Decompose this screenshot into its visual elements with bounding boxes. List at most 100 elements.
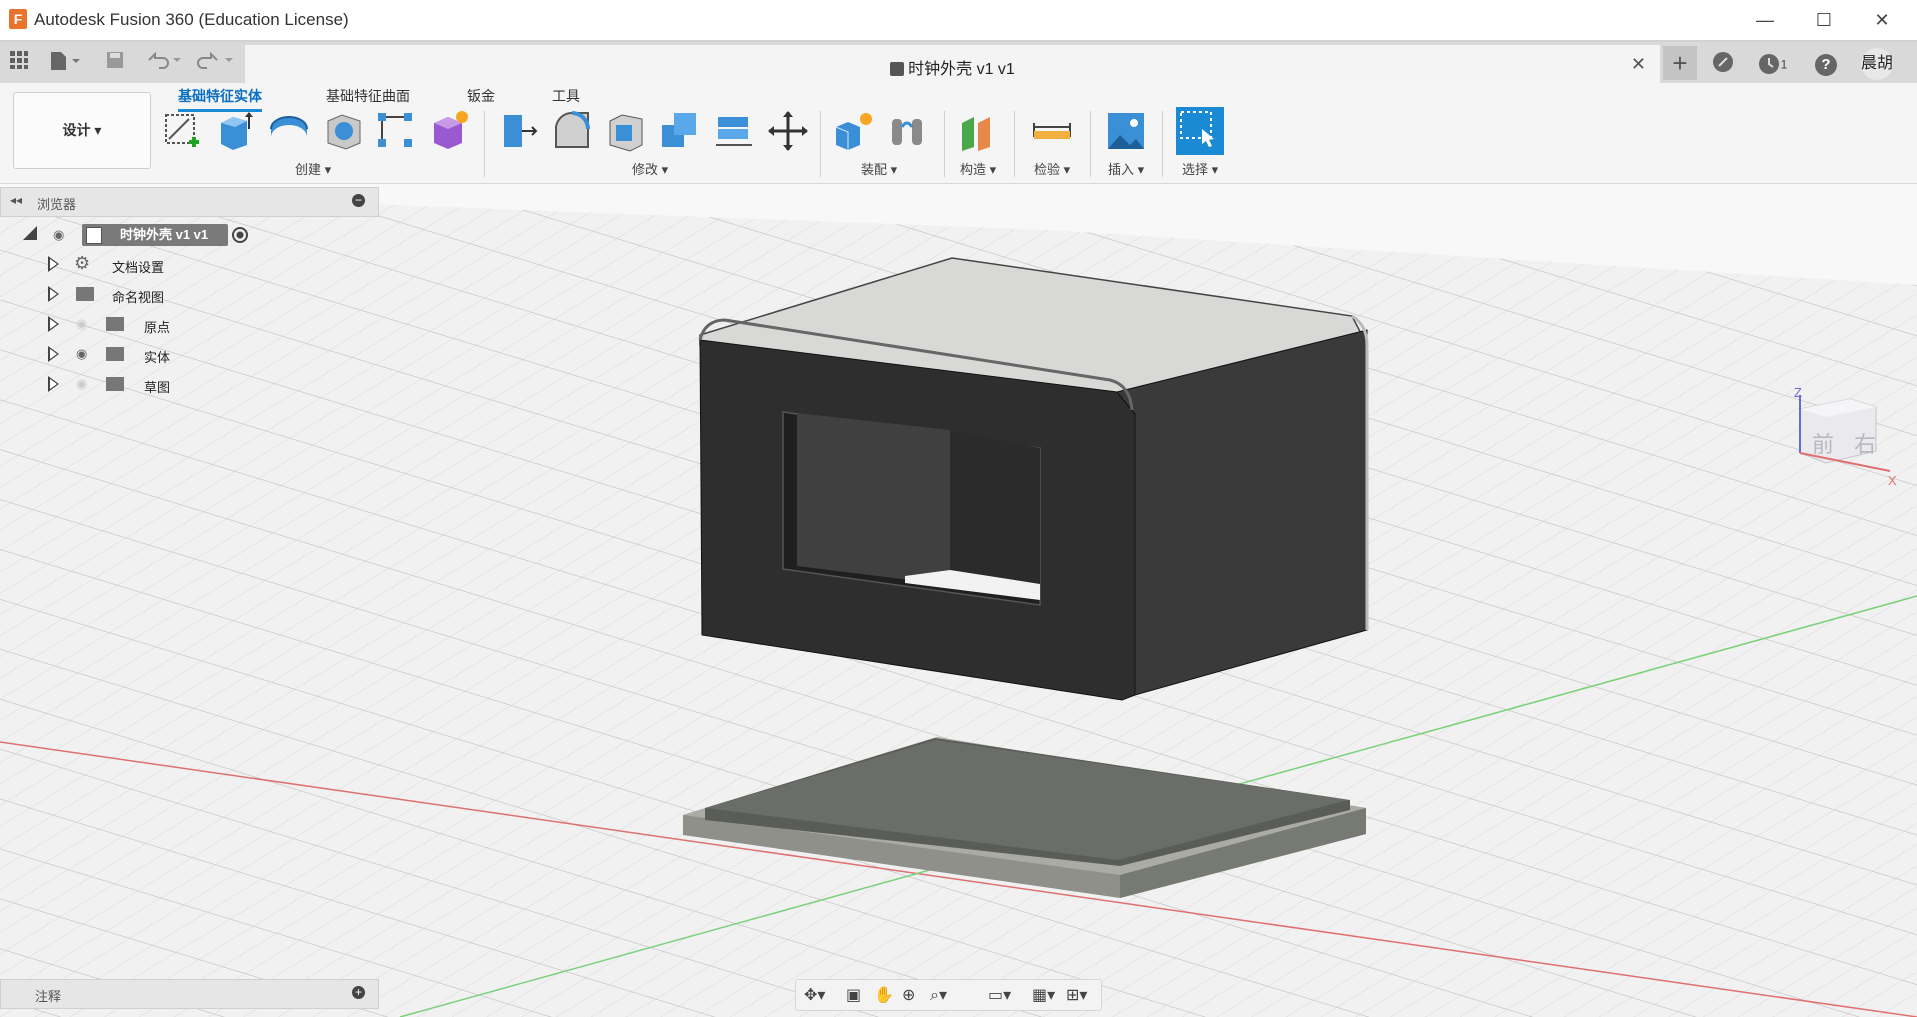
annotations-title: 注释 (35, 989, 62, 1004)
insert-menu[interactable]: 插入 ▾ (1108, 159, 1144, 178)
activate-radio-icon[interactable] (232, 227, 248, 243)
canvas-viewport[interactable]: Z X 前 右 (0, 184, 1917, 1017)
add-annotation-icon[interactable]: + (352, 986, 365, 999)
select-menu[interactable]: 选择 ▾ (1182, 159, 1218, 178)
job-count: 1 (1780, 57, 1788, 72)
eye-hidden-icon[interactable]: ◉ (76, 316, 87, 332)
offset-faces-icon[interactable] (712, 109, 756, 153)
close-tab-button[interactable]: ✕ (1631, 54, 1646, 75)
display-settings-icon[interactable]: ▭▾ (988, 985, 1011, 1005)
root-expander-icon[interactable] (23, 226, 37, 240)
viewcube-right-face[interactable]: 右 (1854, 427, 1876, 459)
extrude-icon[interactable] (213, 109, 257, 153)
app-logo-icon: F (9, 9, 27, 29)
tab-sheet-metal[interactable]: 钣金 (467, 83, 495, 109)
component-icon (890, 62, 905, 76)
browser-item-origin[interactable]: ◉ 原点 (48, 313, 248, 337)
view-cube[interactable]: Z X 前 右 (1790, 385, 1900, 489)
document-tab-title: 时钟外壳 v1 v1 (245, 55, 1660, 79)
minimize-button[interactable]: — (1745, 6, 1785, 34)
look-at-icon[interactable]: ▣ (846, 985, 861, 1005)
select-icon[interactable] (1176, 107, 1224, 155)
expand-icon[interactable] (48, 256, 59, 272)
browser-item-label: 文档设置 (112, 260, 165, 275)
document-title-text: 时钟外壳 v1 v1 (908, 61, 1015, 78)
pan-icon[interactable]: ✋ (874, 985, 894, 1005)
user-avatar[interactable]: 晨胡 (1861, 48, 1893, 80)
browser-root-item[interactable]: 时钟外壳 v1 v1 (82, 224, 228, 246)
measure-icon[interactable] (1030, 109, 1074, 153)
create-sketch-icon[interactable] (161, 109, 205, 153)
revolve-icon[interactable] (267, 109, 311, 153)
save-icon[interactable] (104, 50, 126, 76)
modify-menu[interactable]: 修改 ▾ (632, 159, 668, 178)
browser-item-document-settings[interactable]: ⚙ 文档设置 (48, 253, 248, 277)
navigation-bar: ✥▾ ▣ ✋ ⊕ ⌕▾ ▭▾ ▦▾ ⊞▾ (795, 979, 1102, 1011)
browser-item-label: 草图 (144, 380, 171, 395)
folder-icon (106, 317, 124, 331)
grid-settings-icon[interactable]: ▦▾ (1032, 985, 1055, 1005)
annotations-panel[interactable]: 注释 + (0, 979, 379, 1009)
model-canvas[interactable] (0, 184, 1917, 1017)
file-menu-icon[interactable] (48, 50, 82, 76)
eye-icon[interactable]: ◉ (53, 227, 64, 243)
document-tab[interactable]: 时钟外壳 v1 v1 ✕ (245, 45, 1660, 85)
expand-icon[interactable] (48, 286, 59, 302)
help-icon[interactable]: ? (1813, 50, 1839, 76)
viewcube-front-face[interactable]: 前 (1812, 427, 1834, 459)
workspace-switcher[interactable]: 设计 ▾ (13, 92, 151, 169)
create-form-icon[interactable] (428, 109, 472, 153)
assemble-menu[interactable]: 装配 ▾ (861, 159, 897, 178)
browser-item-label: 命名视图 (112, 290, 165, 305)
create-menu[interactable]: 创建 ▾ (295, 159, 331, 178)
browser-minus-icon[interactable]: − (352, 194, 365, 207)
browser-item-sketches[interactable]: ◉ 草图 (48, 373, 248, 397)
fit-icon[interactable]: ⌕▾ (930, 985, 947, 1005)
expand-icon[interactable] (48, 376, 59, 392)
fillet-icon[interactable] (550, 109, 594, 153)
inspect-menu[interactable]: 检验 ▾ (1034, 159, 1070, 178)
component-icon (86, 227, 102, 244)
app-grid-icon[interactable] (8, 50, 30, 76)
viewcube-z-label: Z (1794, 385, 1802, 400)
folder-icon (76, 287, 94, 301)
collapse-browser-icon[interactable]: ◂◂ (10, 193, 22, 207)
app-title: Autodesk Fusion 360 (Education License) (34, 10, 349, 29)
press-pull-icon[interactable] (496, 109, 540, 153)
tab-solid[interactable]: 基础特征实体 (178, 83, 262, 112)
expand-icon[interactable] (48, 346, 59, 362)
job-status-icon[interactable]: 1 (1752, 50, 1792, 76)
expand-icon[interactable] (48, 316, 59, 332)
title-bar: F Autodesk Fusion 360 (Education License… (0, 0, 1917, 40)
shell-icon[interactable] (604, 109, 648, 153)
extensions-icon[interactable] (1710, 50, 1736, 76)
combine-icon[interactable] (658, 109, 702, 153)
offset-plane-icon[interactable] (956, 109, 1000, 153)
help-glyph: ? (1815, 54, 1837, 76)
new-component-icon[interactable] (832, 109, 876, 153)
root-label: 时钟外壳 v1 v1 (120, 227, 209, 242)
close-window-button[interactable]: ✕ (1862, 6, 1902, 34)
joint-icon[interactable] (886, 109, 930, 153)
maximize-button[interactable]: ☐ (1804, 6, 1844, 34)
zoom-icon[interactable]: ⊕ (902, 985, 915, 1005)
pattern-icon[interactable] (374, 109, 418, 153)
viewports-icon[interactable]: ⊞▾ (1066, 985, 1087, 1005)
insert-image-icon[interactable] (1104, 109, 1148, 153)
tab-surface[interactable]: 基础特征曲面 (326, 83, 410, 109)
construct-menu[interactable]: 构造 ▾ (960, 159, 996, 178)
folder-icon (106, 377, 124, 391)
tab-tools[interactable]: 工具 (552, 83, 580, 109)
redo-icon[interactable] (197, 50, 237, 76)
hole-icon[interactable] (322, 109, 366, 153)
orbit-icon[interactable]: ✥▾ (804, 985, 825, 1005)
divider (1090, 111, 1091, 177)
move-icon[interactable] (766, 109, 810, 153)
new-tab-button[interactable]: + (1663, 46, 1697, 80)
eye-hidden-icon[interactable]: ◉ (76, 376, 87, 392)
browser-item-named-views[interactable]: 命名视图 (48, 283, 248, 307)
viewcube-x-label: X (1888, 473, 1897, 488)
browser-item-bodies[interactable]: ◉ 实体 (48, 343, 248, 367)
undo-icon[interactable] (145, 50, 185, 76)
eye-icon[interactable]: ◉ (76, 346, 87, 362)
